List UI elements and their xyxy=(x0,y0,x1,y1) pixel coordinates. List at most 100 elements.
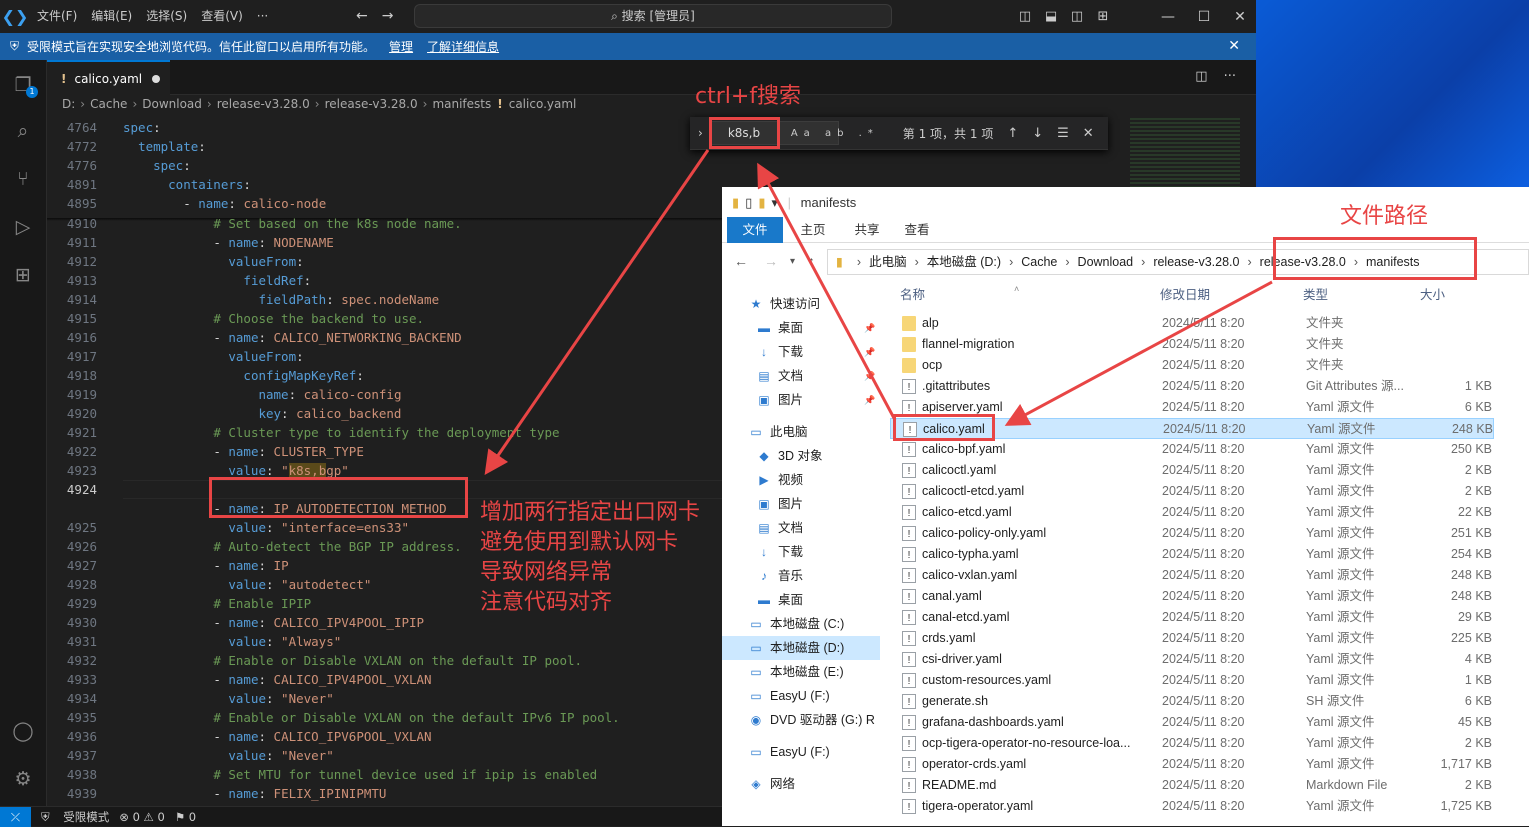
code-line[interactable]: - name: CALICO_IPV4POOL_VXLAN xyxy=(123,670,431,689)
pin-icon[interactable]: 📌 xyxy=(864,364,875,388)
search-icon[interactable]: ⌕ xyxy=(10,118,36,144)
minimap[interactable] xyxy=(1130,118,1240,188)
settings-gear-icon[interactable]: ⚙ xyxy=(10,766,36,792)
find-in-selection-icon[interactable]: ☰ xyxy=(1057,126,1069,141)
file-row[interactable]: ! grafana-dashboards.yaml 2024/5/11 8:20 Ya… xyxy=(890,712,1494,733)
menu-item-1[interactable]: 编辑(E) xyxy=(84,0,139,33)
breadcrumb-item[interactable]: release-v3.28.0 xyxy=(217,97,310,111)
nav-item[interactable]: ▬ 桌面 📌 xyxy=(756,316,875,340)
address-segment[interactable]: release-v3.28.0 xyxy=(1153,255,1239,269)
file-row[interactable]: ! calico-etcd.yaml 2024/5/11 8:20 Yaml 源文件 2… xyxy=(890,502,1494,523)
previous-match-icon[interactable]: ↑ xyxy=(1007,126,1018,141)
file-row[interactable]: ! .gitattributes 2024/5/11 8:20 Git Attribu… xyxy=(890,376,1494,397)
code-line[interactable]: value: "autodetect" xyxy=(123,575,371,594)
breadcrumb-item[interactable]: D: xyxy=(62,97,75,111)
code-line[interactable]: - name: IP xyxy=(123,556,288,575)
code-line[interactable]: fieldRef: xyxy=(123,271,311,290)
file-row[interactable]: ! tigera-operator.yaml 2024/5/11 8:20 Yaml … xyxy=(890,796,1494,817)
file-row[interactable]: ! calico-typha.yaml 2024/5/11 8:20 Yaml 源文件… xyxy=(890,544,1494,565)
file-row[interactable]: ! calico-vxlan.yaml 2024/5/11 8:20 Yaml 源文件… xyxy=(890,565,1494,586)
code-line[interactable]: name: calico-config xyxy=(123,385,401,404)
split-editor-icon[interactable]: ◫ xyxy=(1195,69,1207,84)
nav-item[interactable]: ▣ 图片 📌 xyxy=(756,388,875,412)
col-name[interactable]: 名称 xyxy=(900,285,925,305)
unsaved-dot-icon[interactable] xyxy=(152,74,161,83)
next-match-icon[interactable]: ↓ xyxy=(1032,126,1043,141)
nav-item[interactable]: ◉ DVD 驱动器 (G:) R xyxy=(748,708,875,732)
source-control-icon[interactable]: ⑂ xyxy=(10,166,36,192)
run-debug-icon[interactable]: ▷ xyxy=(10,214,36,240)
code-line[interactable]: # Enable or Disable VXLAN on the default… xyxy=(123,651,582,670)
menu-item-0[interactable]: 文件(F) xyxy=(30,0,84,33)
breadcrumb-item[interactable]: Cache xyxy=(90,97,127,111)
banner-learn-more-link[interactable]: 了解详细信息 xyxy=(427,38,499,55)
nav-item[interactable]: ◈ 网络 xyxy=(748,772,795,796)
account-icon[interactable]: ◯ xyxy=(10,718,36,744)
up-icon[interactable]: ↑ xyxy=(808,253,815,269)
ports-status[interactable]: ⚑ 0 xyxy=(175,810,196,824)
nav-item[interactable]: ▭ 本地磁盘 (E:) xyxy=(748,660,843,684)
code-line[interactable]: valueFrom: xyxy=(123,347,303,366)
pin-icon[interactable]: 📌 xyxy=(864,340,875,364)
properties-icon[interactable]: ▯ xyxy=(745,195,752,210)
nav-item[interactable]: ♪ 音乐 xyxy=(756,564,803,588)
new-folder-icon[interactable]: ▮ xyxy=(758,195,765,210)
code-line[interactable]: # Set based on the k8s node name. xyxy=(123,214,461,233)
forward-icon[interactable]: → xyxy=(764,253,778,269)
code-line[interactable]: configMapKeyRef: xyxy=(123,366,363,385)
file-row[interactable]: flannel-migration 2024/5/11 8:20 文件夹 xyxy=(890,334,1494,355)
close-find-icon[interactable]: ✕ xyxy=(1083,126,1094,141)
breadcrumb-item[interactable]: calico.yaml xyxy=(509,97,577,111)
file-row[interactable]: ! canal.yaml 2024/5/11 8:20 Yaml 源文件 248 KB xyxy=(890,586,1494,607)
problems-status[interactable]: ⊗ 0 ⚠ 0 xyxy=(119,810,165,824)
tab-calico-yaml[interactable]: ! calico.yaml xyxy=(47,60,170,95)
address-segment[interactable]: 此电脑 xyxy=(869,255,907,269)
breadcrumb-item[interactable]: Download xyxy=(142,97,202,111)
file-row[interactable]: ! csi-driver.yaml 2024/5/11 8:20 Yaml 源文件 4 … xyxy=(890,649,1494,670)
toggle-secondary-sidebar-icon[interactable]: ◫ xyxy=(1066,9,1088,24)
code-line[interactable]: # Enable or Disable VXLAN on the default… xyxy=(123,708,619,727)
file-row[interactable]: ! canal-etcd.yaml 2024/5/11 8:20 Yaml 源文件 29… xyxy=(890,607,1494,628)
file-row[interactable]: ! calico-bpf.yaml 2024/5/11 8:20 Yaml 源文件 25… xyxy=(890,439,1494,460)
file-row[interactable]: ! calico-policy-only.yaml 2024/5/11 8:20 Ya… xyxy=(890,523,1494,544)
code-line[interactable]: key: calico_backend xyxy=(123,404,401,423)
code-line[interactable]: # Cluster type to identify the deploymen… xyxy=(123,423,559,442)
sticky-code-line[interactable]: spec: xyxy=(123,118,161,137)
address-segment[interactable]: 本地磁盘 (D:) xyxy=(927,255,1001,269)
sticky-code-line[interactable]: - name: calico-node xyxy=(123,194,326,213)
nav-item[interactable]: ▬ 桌面 xyxy=(756,588,803,612)
pin-icon[interactable]: 📌 xyxy=(864,316,875,340)
sticky-code-line[interactable]: spec: xyxy=(123,156,191,175)
file-row[interactable]: ! generate.sh 2024/5/11 8:20 SH 源文件 6 KB xyxy=(890,691,1494,712)
col-date[interactable]: 修改日期 xyxy=(1160,285,1210,305)
nav-item[interactable]: ▭ EasyU (F:) xyxy=(748,740,829,764)
nav-item[interactable]: ↓ 下载 📌 xyxy=(756,340,875,364)
code-line[interactable]: # Enable IPIP xyxy=(123,594,311,613)
file-row[interactable]: alp 2024/5/11 8:20 文件夹 xyxy=(890,313,1494,334)
toggle-replace-chevron-icon[interactable]: › xyxy=(698,126,703,140)
minimize-icon[interactable]: — xyxy=(1150,9,1186,25)
code-line[interactable]: valueFrom: xyxy=(123,252,303,271)
toggle-sidebar-icon[interactable]: ◫ xyxy=(1014,9,1036,24)
code-line[interactable]: # Set MTU for tunnel device used if ipip… xyxy=(123,765,597,784)
breadcrumb-item[interactable]: manifests xyxy=(432,97,491,111)
address-segment[interactable]: Download xyxy=(1078,255,1134,269)
col-type[interactable]: 类型 xyxy=(1303,285,1328,305)
code-line[interactable]: value: "interface=ens33" xyxy=(123,518,409,537)
banner-manage-link[interactable]: 管理 xyxy=(389,38,413,55)
file-row[interactable]: ! operator-crds.yaml 2024/5/11 8:20 Yaml 源文… xyxy=(890,754,1494,775)
ribbon-tab-1[interactable]: 主页 xyxy=(790,217,836,243)
extensions-icon[interactable]: ⊞ xyxy=(10,262,36,288)
address-segment[interactable]: Cache xyxy=(1021,255,1057,269)
remote-icon[interactable]: ⤫ xyxy=(0,806,31,827)
banner-close-icon[interactable]: ✕ xyxy=(1228,38,1240,54)
file-row[interactable]: ! calicoctl-etcd.yaml 2024/5/11 8:20 Yaml 源… xyxy=(890,481,1494,502)
back-icon[interactable]: ← xyxy=(734,253,748,269)
nav-item[interactable]: ▭ 此电脑 xyxy=(748,420,807,444)
menu-item-3[interactable]: 查看(V) xyxy=(194,0,250,33)
recent-dropdown-icon[interactable]: ▾ xyxy=(790,256,795,267)
back-arrow-icon[interactable]: ← xyxy=(356,8,368,24)
nav-item[interactable]: ▭ 本地磁盘 (C:) xyxy=(748,612,844,636)
code-line[interactable]: value: "Never" xyxy=(123,689,333,708)
code-line[interactable]: # Choose the backend to use. xyxy=(123,309,424,328)
